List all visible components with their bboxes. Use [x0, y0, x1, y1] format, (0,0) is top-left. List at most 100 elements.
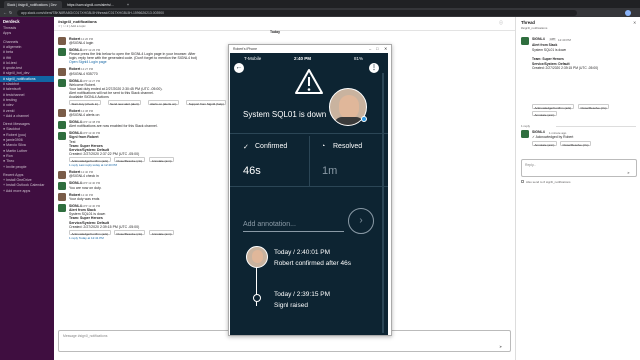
reply-send-icon[interactable]: ➤ [627, 171, 630, 175]
add-channel-button[interactable]: + Add a channel [3, 114, 29, 118]
dm-heading: Direct Messages [3, 122, 30, 127]
also-send-checkbox[interactable] [521, 180, 524, 183]
thread-root-line: Alert from Slack [532, 43, 558, 47]
resolved-duration: 1m [322, 165, 338, 177]
signl4-avatar[interactable] [58, 204, 66, 213]
message-text: Alert notifications are now enabled for … [69, 124, 158, 129]
sidebar-channel-testchannel[interactable]: # testchannel [3, 93, 24, 97]
sidebar-channel-lol-test[interactable]: # lol-test [3, 61, 17, 65]
reply-placeholder: Reply... [525, 163, 537, 167]
message-text: Your duty was ends [69, 196, 100, 201]
thread-annotate-button[interactable]: Annotate (ann) [532, 111, 557, 117]
signl4-avatar[interactable] [58, 120, 66, 129]
reply-annotate-button[interactable]: Annotate (ann) [532, 141, 557, 147]
sidebar-item-apps[interactable]: Apps [3, 31, 11, 35]
scrollbar[interactable] [382, 73, 384, 333]
sidebar-channel-allgemein[interactable]: # allgemein [3, 45, 21, 49]
close-icon[interactable]: ✕ [633, 20, 636, 25]
signl4-avatar[interactable] [58, 79, 66, 87]
sidebar-dm-martin-luther[interactable]: ● Martin Luther [3, 149, 27, 153]
message-action-button[interactable]: Acknowledge/Confirm (ack) [69, 157, 111, 163]
signl4-avatar[interactable] [521, 37, 529, 45]
sidebar-channel-beta[interactable]: # beta [3, 50, 13, 54]
user-avatar[interactable] [58, 37, 66, 45]
signl4-reply-avatar[interactable] [521, 130, 529, 138]
thread-replies-link[interactable]: 1 reply Last reply today at 12:40 PM [69, 163, 117, 167]
sidebar-channel-qnote-test[interactable]: # qnote-test [3, 66, 22, 70]
sidebar-dm-theo[interactable]: ● Theo [3, 159, 14, 163]
message-line[interactable]: Open Signl4 Login page [69, 60, 107, 64]
sidebar-dm-slackbot[interactable]: ● Slackbot [3, 127, 20, 131]
thread-root-author[interactable]: SIGNL4 [532, 37, 545, 41]
sidebar-channel-sigr4l_bot_dev[interactable]: # sigr4l_bot_dev [3, 71, 29, 75]
browser-tab-signl4[interactable]: https://sam.signl4.com/alerts/... [64, 1, 122, 8]
thread-panel: Thread #sigr4l_notifications ✕ SIGNL4 AP… [515, 17, 640, 360]
event-2-time: Today / 2:39:15 PM [274, 291, 331, 298]
sidebar-item-threads[interactable]: Threads [3, 26, 16, 30]
message-action-button[interactable]: Send new alert (alert) [107, 100, 142, 106]
message-line: Created: 2/27/2020 2:39:15 PM (UTC -05:0… [69, 224, 140, 229]
confirmed-label: Confirmed [255, 143, 288, 150]
more-options-icon[interactable]: ⋮ [369, 63, 379, 73]
message-action-button[interactable]: Annotate (ann) [149, 229, 175, 236]
thread-channel[interactable]: #sigr4l_notifications [521, 26, 547, 30]
confirmed-duration: 46s [243, 165, 261, 177]
reply-time: 1 minute ago [549, 130, 567, 135]
back-arrow-icon[interactable]: ← [234, 63, 244, 73]
divider-2 [230, 186, 388, 187]
sidebar-channel-slackbot[interactable]: # slackbot [3, 82, 19, 86]
profile-avatar[interactable] [625, 9, 631, 16]
reply-input[interactable]: Reply... ➤ [521, 159, 637, 177]
message-action-button[interactable]: Support from Signl4 (help) [186, 100, 227, 106]
thread-replies-link[interactable]: 1 reply Today at 12:41 PM [69, 236, 104, 240]
user-avatar[interactable] [58, 109, 66, 118]
thread-ack-button[interactable]: Acknowledge/Confirm (ack) [532, 104, 574, 110]
invite-people-button[interactable]: + Invite people [3, 165, 26, 169]
reload-icon[interactable]: ↻ [9, 10, 12, 15]
details-icon[interactable]: ⓘ [499, 20, 503, 26]
thread-close-button[interactable]: Close/Resolve (clo) [578, 104, 610, 110]
back-icon[interactable]: ← [3, 10, 7, 15]
window-close-icon[interactable]: ✕ [384, 46, 387, 51]
message-action-button[interactable]: Annotate (ann) [149, 157, 175, 163]
sidebar-dm-marcio-silva[interactable]: ● Marcio Silva [3, 143, 26, 147]
user-avatar[interactable] [58, 170, 66, 179]
reply-close-button[interactable]: Close/Resolve (clo) [560, 141, 592, 147]
send-annotation-icon[interactable]: › [348, 208, 374, 234]
sidebar-app-add-more-apps[interactable]: + Add more apps [3, 189, 30, 193]
sidebar-app-install-outlook-calendar[interactable]: + Install Outlook Calendar [3, 183, 44, 187]
message-action-button[interactable]: Close/Resolve (clo) [113, 229, 145, 236]
sidebar-dm-jamie3906[interactable]: ● jamie3906 [3, 138, 23, 142]
sidebar-channel-xdev[interactable]: # xdev [3, 103, 14, 107]
thread-root-line: Team: Super Heroes [532, 56, 564, 61]
window-maximize-icon[interactable]: □ [376, 46, 378, 51]
new-tab-button[interactable]: + [124, 1, 130, 8]
browser-tab-slack[interactable]: Slack | #sigr4l_notifications | Dev [4, 1, 62, 8]
sidebar-dm-ron[interactable]: ● Ron [3, 154, 13, 158]
send-icon[interactable]: ➤ [499, 344, 502, 349]
workspace-name[interactable]: Derdeck [3, 19, 20, 24]
signl4-avatar[interactable] [58, 48, 66, 57]
sidebar-app-install-onedrive[interactable]: + Install OneDrive [3, 178, 32, 182]
sidebar-channel-sigr4l_notifications[interactable]: # sigr4l_notifications [3, 77, 36, 81]
user-avatar[interactable] [58, 67, 66, 76]
sidebar-channel-zenkl[interactable]: # zenkl [3, 109, 14, 113]
sidebar-dm-robert-you-[interactable]: ● Robert (you) [3, 133, 26, 137]
signl4-avatar[interactable] [58, 131, 66, 140]
message-action-button[interactable]: Acknowledge/Confirm (ack) [69, 229, 111, 236]
annotation-input[interactable]: Add annotation... [243, 221, 296, 228]
address-bar[interactable]: app.slack.com/client/T8KN8RA8G/C017XHG8L… [17, 9, 577, 16]
channel-title[interactable]: #sigr4l_notifications [58, 19, 97, 24]
message-action-button[interactable]: Close/Resolve (clo) [113, 157, 145, 163]
sidebar-channel-ifttt[interactable]: # ifttt [3, 56, 11, 60]
signl4-avatar[interactable] [58, 181, 66, 190]
browser-tab-bar: Slack | #sigr4l_notifications | Dev http… [0, 0, 640, 8]
message-action-button[interactable]: Alerts on (alerts on) [147, 100, 179, 106]
sidebar-channel-testing[interactable]: # testing [3, 98, 17, 102]
sidebar-channel-talentsoft[interactable]: # talentsoft [3, 87, 21, 91]
reply-author[interactable]: SIGNL4 [532, 130, 545, 134]
message-action-button[interactable]: Start duty (check in) [69, 100, 101, 106]
message-text: @SIGNL4 alerts on [69, 113, 100, 117]
window-minimize-icon[interactable]: – [369, 46, 371, 51]
user-avatar[interactable] [58, 193, 66, 202]
